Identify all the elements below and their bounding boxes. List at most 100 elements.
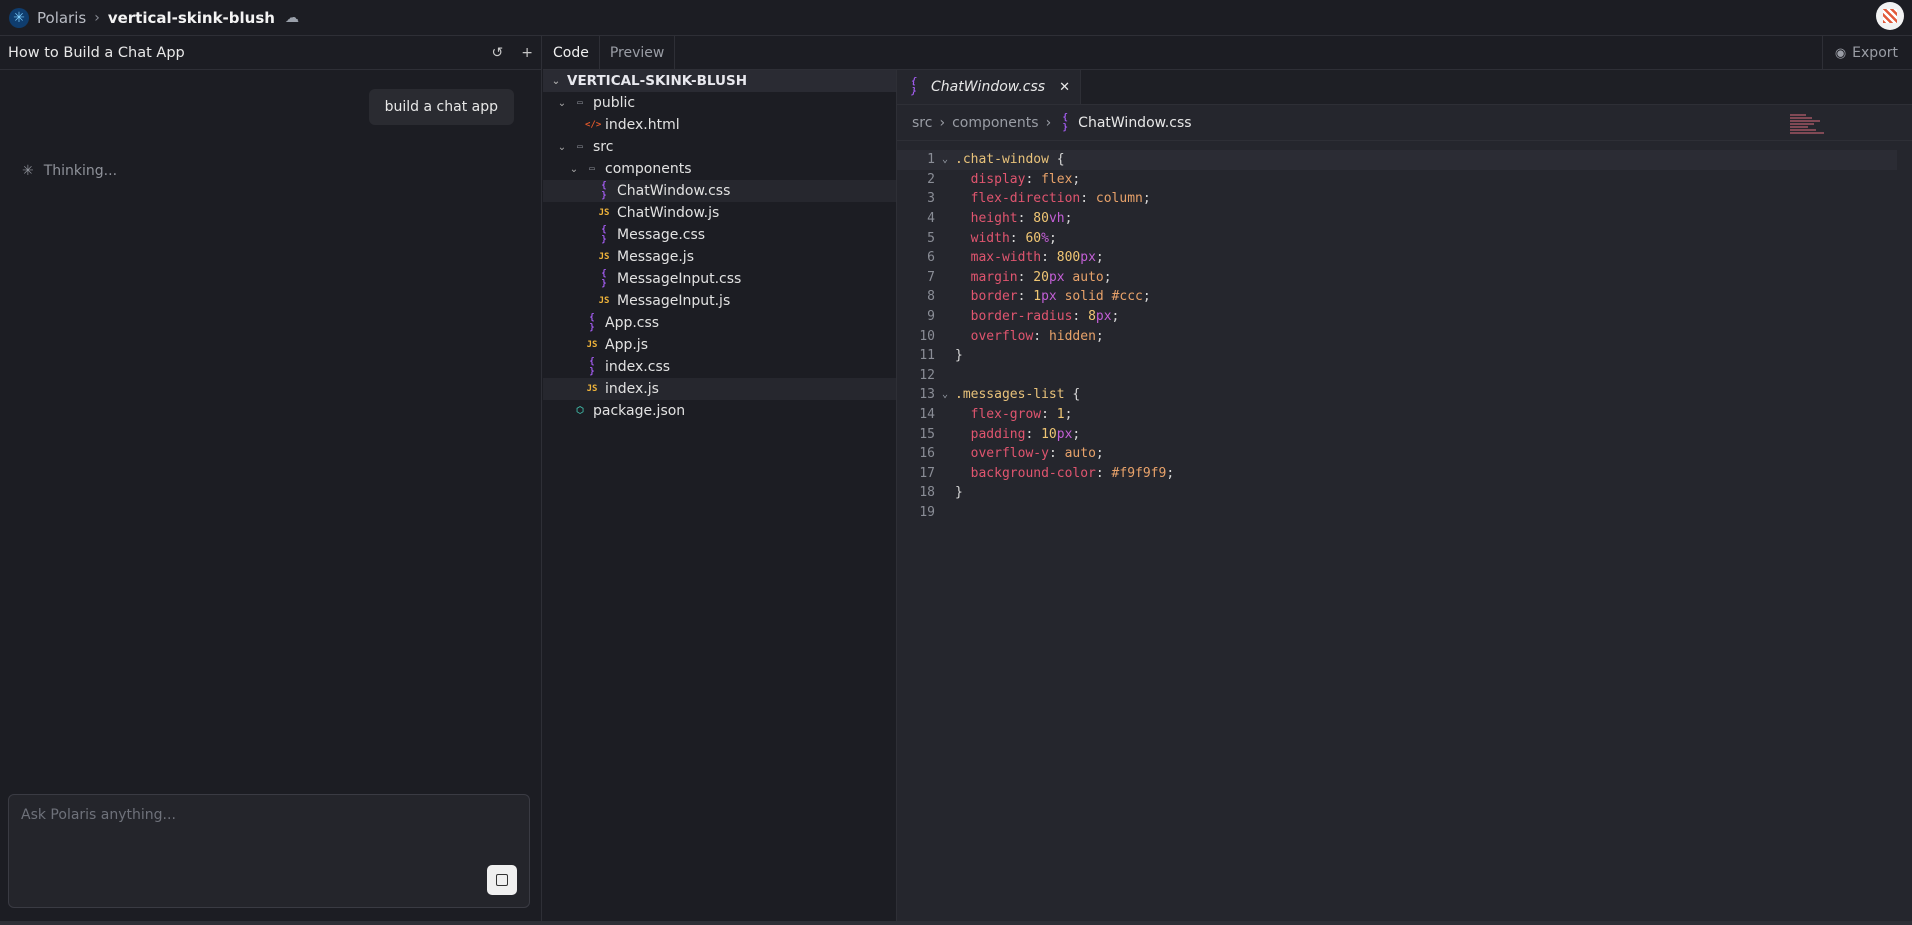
minimap-line [1790, 132, 1824, 134]
code-text: overflow-y: auto; [970, 446, 1104, 462]
code-text: width: 60%; [970, 230, 1057, 246]
code-line[interactable]: 2 display: flex; [897, 170, 1897, 190]
tree-file[interactable]: JS App.js [543, 334, 896, 356]
code-text: } [955, 485, 963, 501]
chevron-right-icon: › [94, 9, 100, 26]
code-line[interactable]: 5 width: 60%; [897, 228, 1897, 248]
tree-item-label: App.css [605, 315, 660, 331]
breadcrumb: src › components › { } ChatWindow.css [897, 105, 1912, 141]
code-line[interactable]: 19 [897, 503, 1897, 523]
plus-icon[interactable]: + [521, 45, 533, 61]
css-file-icon: { } [589, 313, 595, 333]
bottom-scrollbar[interactable] [0, 921, 1912, 925]
tree-file[interactable]: JS Message.js [543, 246, 896, 268]
chevron-down-icon: ⌄ [557, 141, 567, 153]
tree-file[interactable]: </> index.html [543, 114, 896, 136]
tree-file[interactable]: { } MessageInput.css [543, 268, 896, 290]
chat-input-box [8, 794, 530, 908]
tab-code[interactable]: Code [543, 36, 600, 69]
line-number: 15 [919, 426, 935, 442]
export-button[interactable]: ◉ Export [1821, 36, 1912, 70]
tree-file[interactable]: JS MessageInput.js [543, 290, 896, 312]
tree-file[interactable]: JS ChatWindow.js [543, 202, 896, 224]
line-number: 17 [919, 465, 935, 481]
code-text: .messages-list { [955, 387, 1081, 403]
tree-file[interactable]: ⬡ package.json [543, 400, 896, 422]
code-line[interactable]: 12 [897, 366, 1897, 386]
code-lines[interactable]: 1 ⌄ .chat-window {2 display: flex; 3 flex-d… [897, 150, 1897, 522]
chat-input[interactable] [9, 795, 529, 865]
tree-file[interactable]: { } Message.css [543, 224, 896, 246]
brand-name[interactable]: Polaris [37, 9, 86, 27]
code-line[interactable]: 10 overflow: hidden; [897, 326, 1897, 346]
minimap-line [1790, 123, 1814, 125]
tab-preview[interactable]: Preview [600, 36, 676, 69]
code-line[interactable]: 18} [897, 483, 1897, 503]
breadcrumb-item[interactable]: components [952, 115, 1039, 131]
minimap-line [1790, 120, 1820, 122]
code-text: max-width: 800px; [970, 250, 1104, 266]
code-line[interactable]: 11} [897, 346, 1897, 366]
breadcrumb-current[interactable]: ChatWindow.css [1078, 115, 1191, 131]
top-bar: ✳ Polaris › vertical-skink-blush ☁ [0, 0, 1912, 36]
export-label: Export [1852, 45, 1898, 61]
line-number: 8 [927, 289, 935, 305]
tree-item-label: MessageInput.css [617, 271, 742, 287]
code-line[interactable]: 1 ⌄ .chat-window { [897, 150, 1897, 170]
code-line[interactable]: 15 padding: 10px; [897, 424, 1897, 444]
stop-button[interactable] [487, 865, 517, 895]
code-line[interactable]: 4 height: 80vh; [897, 209, 1897, 229]
tree-root[interactable]: ⌄ VERTICAL-SKINK-BLUSH [543, 70, 896, 92]
code-line[interactable]: 16 overflow-y: auto; [897, 444, 1897, 464]
breadcrumb-item[interactable]: src [912, 115, 932, 131]
tree-file[interactable]: { } index.css [543, 356, 896, 378]
close-icon[interactable]: ✕ [1059, 80, 1070, 95]
code-line[interactable]: 14 flex-grow: 1; [897, 405, 1897, 425]
code-line[interactable]: 7 margin: 20px auto; [897, 268, 1897, 288]
code-text: display: flex; [970, 171, 1081, 187]
js-file-icon: JS [598, 296, 610, 306]
code-text: background-color: #f9f9f9; [970, 465, 1175, 481]
sparkle-logo-icon[interactable]: ✳ [9, 7, 29, 28]
tree-item-label: index.js [605, 381, 659, 397]
code-line[interactable]: 3 flex-direction: column; [897, 189, 1897, 209]
chat-panel: How to Build a Chat App ↺ + build a chat… [0, 36, 542, 925]
code-line[interactable]: 13 ⌄ .messages-list { [897, 385, 1897, 405]
editor-tab-active[interactable]: { } ChatWindow.css ✕ [897, 70, 1081, 104]
cloud-sync-icon[interactable]: ☁ [285, 10, 299, 26]
line-number: 9 [927, 309, 935, 325]
minimap-line [1790, 114, 1806, 116]
line-number: 19 [919, 504, 935, 520]
code-line[interactable]: 9 border-radius: 8px; [897, 307, 1897, 327]
tree-folder[interactable]: ⌄ ▭ components [543, 158, 896, 180]
tree-file[interactable]: { } ChatWindow.css [543, 180, 896, 202]
fold-chevron-icon[interactable]: ⌄ [935, 389, 955, 400]
code-text: overflow: hidden; [970, 328, 1104, 344]
css-file-icon: { } [601, 269, 607, 289]
editor-tab-label: ChatWindow.css [931, 79, 1046, 95]
minimap[interactable] [1790, 114, 1830, 154]
chevron-down-icon: ⌄ [551, 75, 561, 87]
line-number: 11 [919, 348, 935, 364]
code-text: flex-grow: 1; [970, 407, 1073, 423]
github-icon: ◉ [1834, 45, 1847, 61]
code-line[interactable]: 8 border: 1px solid #ccc; [897, 287, 1897, 307]
fold-chevron-icon[interactable]: ⌄ [935, 154, 955, 165]
avatar[interactable] [1876, 2, 1904, 30]
avatar-pattern [1883, 9, 1897, 23]
project-name[interactable]: vertical-skink-blush [108, 9, 275, 27]
tree-item-label: ChatWindow.css [617, 183, 731, 199]
history-icon[interactable]: ↺ [492, 45, 504, 61]
folder-icon: ▭ [577, 142, 583, 152]
line-number: 5 [927, 230, 935, 246]
file-tree: ⌄ VERTICAL-SKINK-BLUSH ⌄ ▭ public </> index.… [543, 70, 897, 925]
tree-folder[interactable]: ⌄ ▭ src [543, 136, 896, 158]
css-file-icon: { } [911, 77, 917, 97]
code-line[interactable]: 6 max-width: 800px; [897, 248, 1897, 268]
code-line[interactable]: 17 background-color: #f9f9f9; [897, 464, 1897, 484]
js-file-icon: JS [586, 340, 598, 350]
tree-folder[interactable]: ⌄ ▭ public [543, 92, 896, 114]
js-file-icon: JS [598, 208, 610, 218]
tree-file[interactable]: { } App.css [543, 312, 896, 334]
tree-file[interactable]: JS index.js [543, 378, 896, 400]
